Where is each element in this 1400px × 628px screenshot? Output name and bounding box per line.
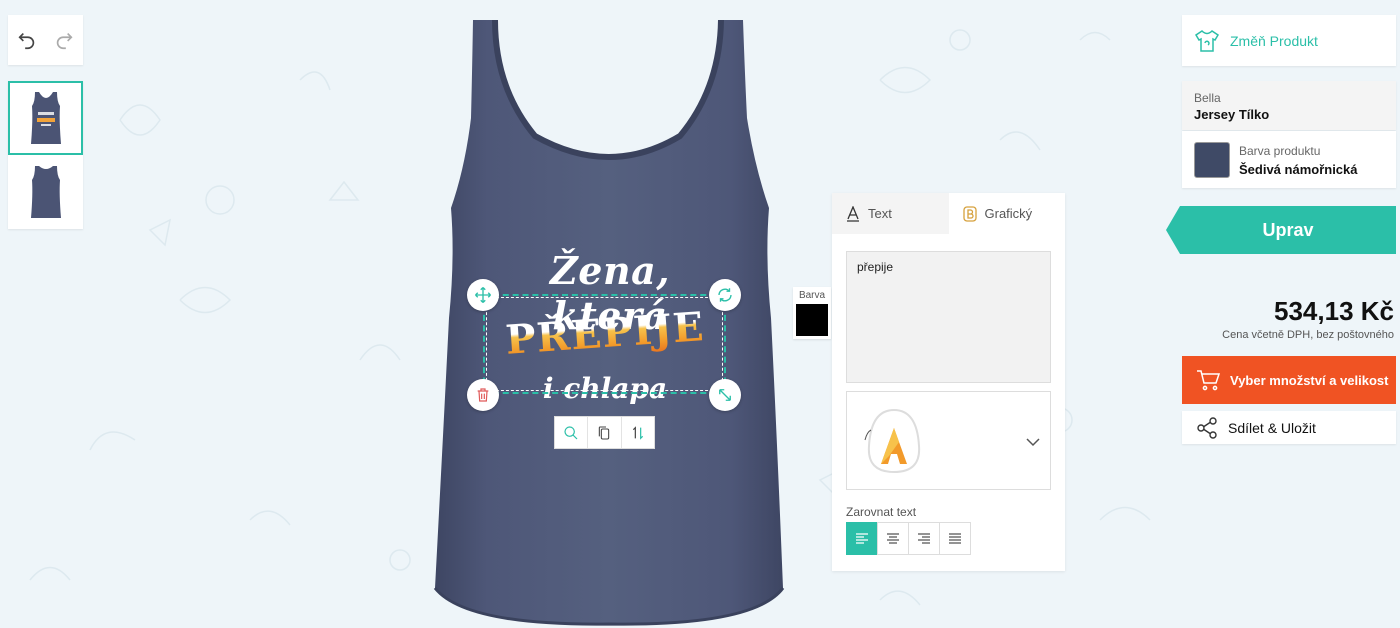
delete-icon[interactable] [467,379,499,411]
product-name: Jersey Tílko [1194,107,1270,122]
tab-graphic[interactable]: Grafický [949,193,1066,234]
scale-icon[interactable] [709,379,741,411]
product-color-swatch [1194,142,1230,178]
font-dropdown[interactable] [846,391,1051,490]
duplicate-icon[interactable] [588,417,622,448]
redo-icon[interactable] [50,26,78,54]
zoom-icon[interactable] [555,417,589,448]
text-editor-panel: Text Grafický přepije Zarovnat text [832,193,1065,571]
buy-button-label: Vyber množství a velikost [1230,372,1389,388]
element-toolbar [554,416,655,449]
align-left-button[interactable] [846,522,878,555]
product-info: Bella Jersey Tílko [1182,81,1396,130]
graphic-b-icon [962,205,977,222]
text-color-picker[interactable]: Barva [793,287,831,339]
share-icon [1196,416,1218,439]
vertical-flip-icon[interactable] [622,417,654,448]
price: 534,13 Kč [1274,296,1394,326]
edit-button[interactable]: Uprav [1166,206,1396,254]
chevron-down-icon [1026,434,1040,452]
price-note: Cena včetně DPH, bez poštovného [1222,329,1394,341]
move-icon[interactable] [467,279,499,311]
tshirt-icon [1194,28,1220,54]
align-center-button[interactable] [877,522,909,555]
editor-tabs: Text Grafický [832,193,1065,234]
font-preview-icon [859,406,929,481]
view-thumbnail-back[interactable] [8,155,83,229]
product-color-selector[interactable]: Barva produktu Šedivá námořnická [1182,131,1396,188]
product-color-label: Barva produktu [1239,144,1321,158]
select-quantity-size-button[interactable]: Vyber množství a velikost [1182,356,1396,404]
share-save-button[interactable]: Sdílet & Uložit [1182,411,1396,444]
tab-text[interactable]: Text [832,193,949,234]
product-brand: Bella [1194,91,1221,105]
tab-graphic-label: Grafický [984,206,1033,221]
align-justify-button[interactable] [939,522,971,555]
history-toolbar [8,15,83,65]
cart-icon [1196,369,1220,391]
tab-text-label: Text [868,206,892,221]
rotate-icon[interactable] [709,279,741,311]
text-input[interactable]: přepije [846,251,1051,383]
product-color-value: Šedivá námořnická [1239,162,1358,177]
text-a-icon [846,205,860,222]
undo-icon[interactable] [13,26,41,54]
align-right-button[interactable] [908,522,940,555]
view-thumbnail-front[interactable] [8,81,83,155]
change-product-button[interactable]: Změň Produkt [1182,15,1396,66]
share-button-label: Sdílet & Uložit [1228,419,1316,436]
align-buttons [846,522,971,555]
text-color-label: Barva [798,290,826,301]
align-label: Zarovnat text [846,505,917,519]
change-product-label: Změň Produkt [1230,32,1318,49]
selection-frame[interactable] [483,294,726,394]
text-color-swatch [796,304,828,336]
